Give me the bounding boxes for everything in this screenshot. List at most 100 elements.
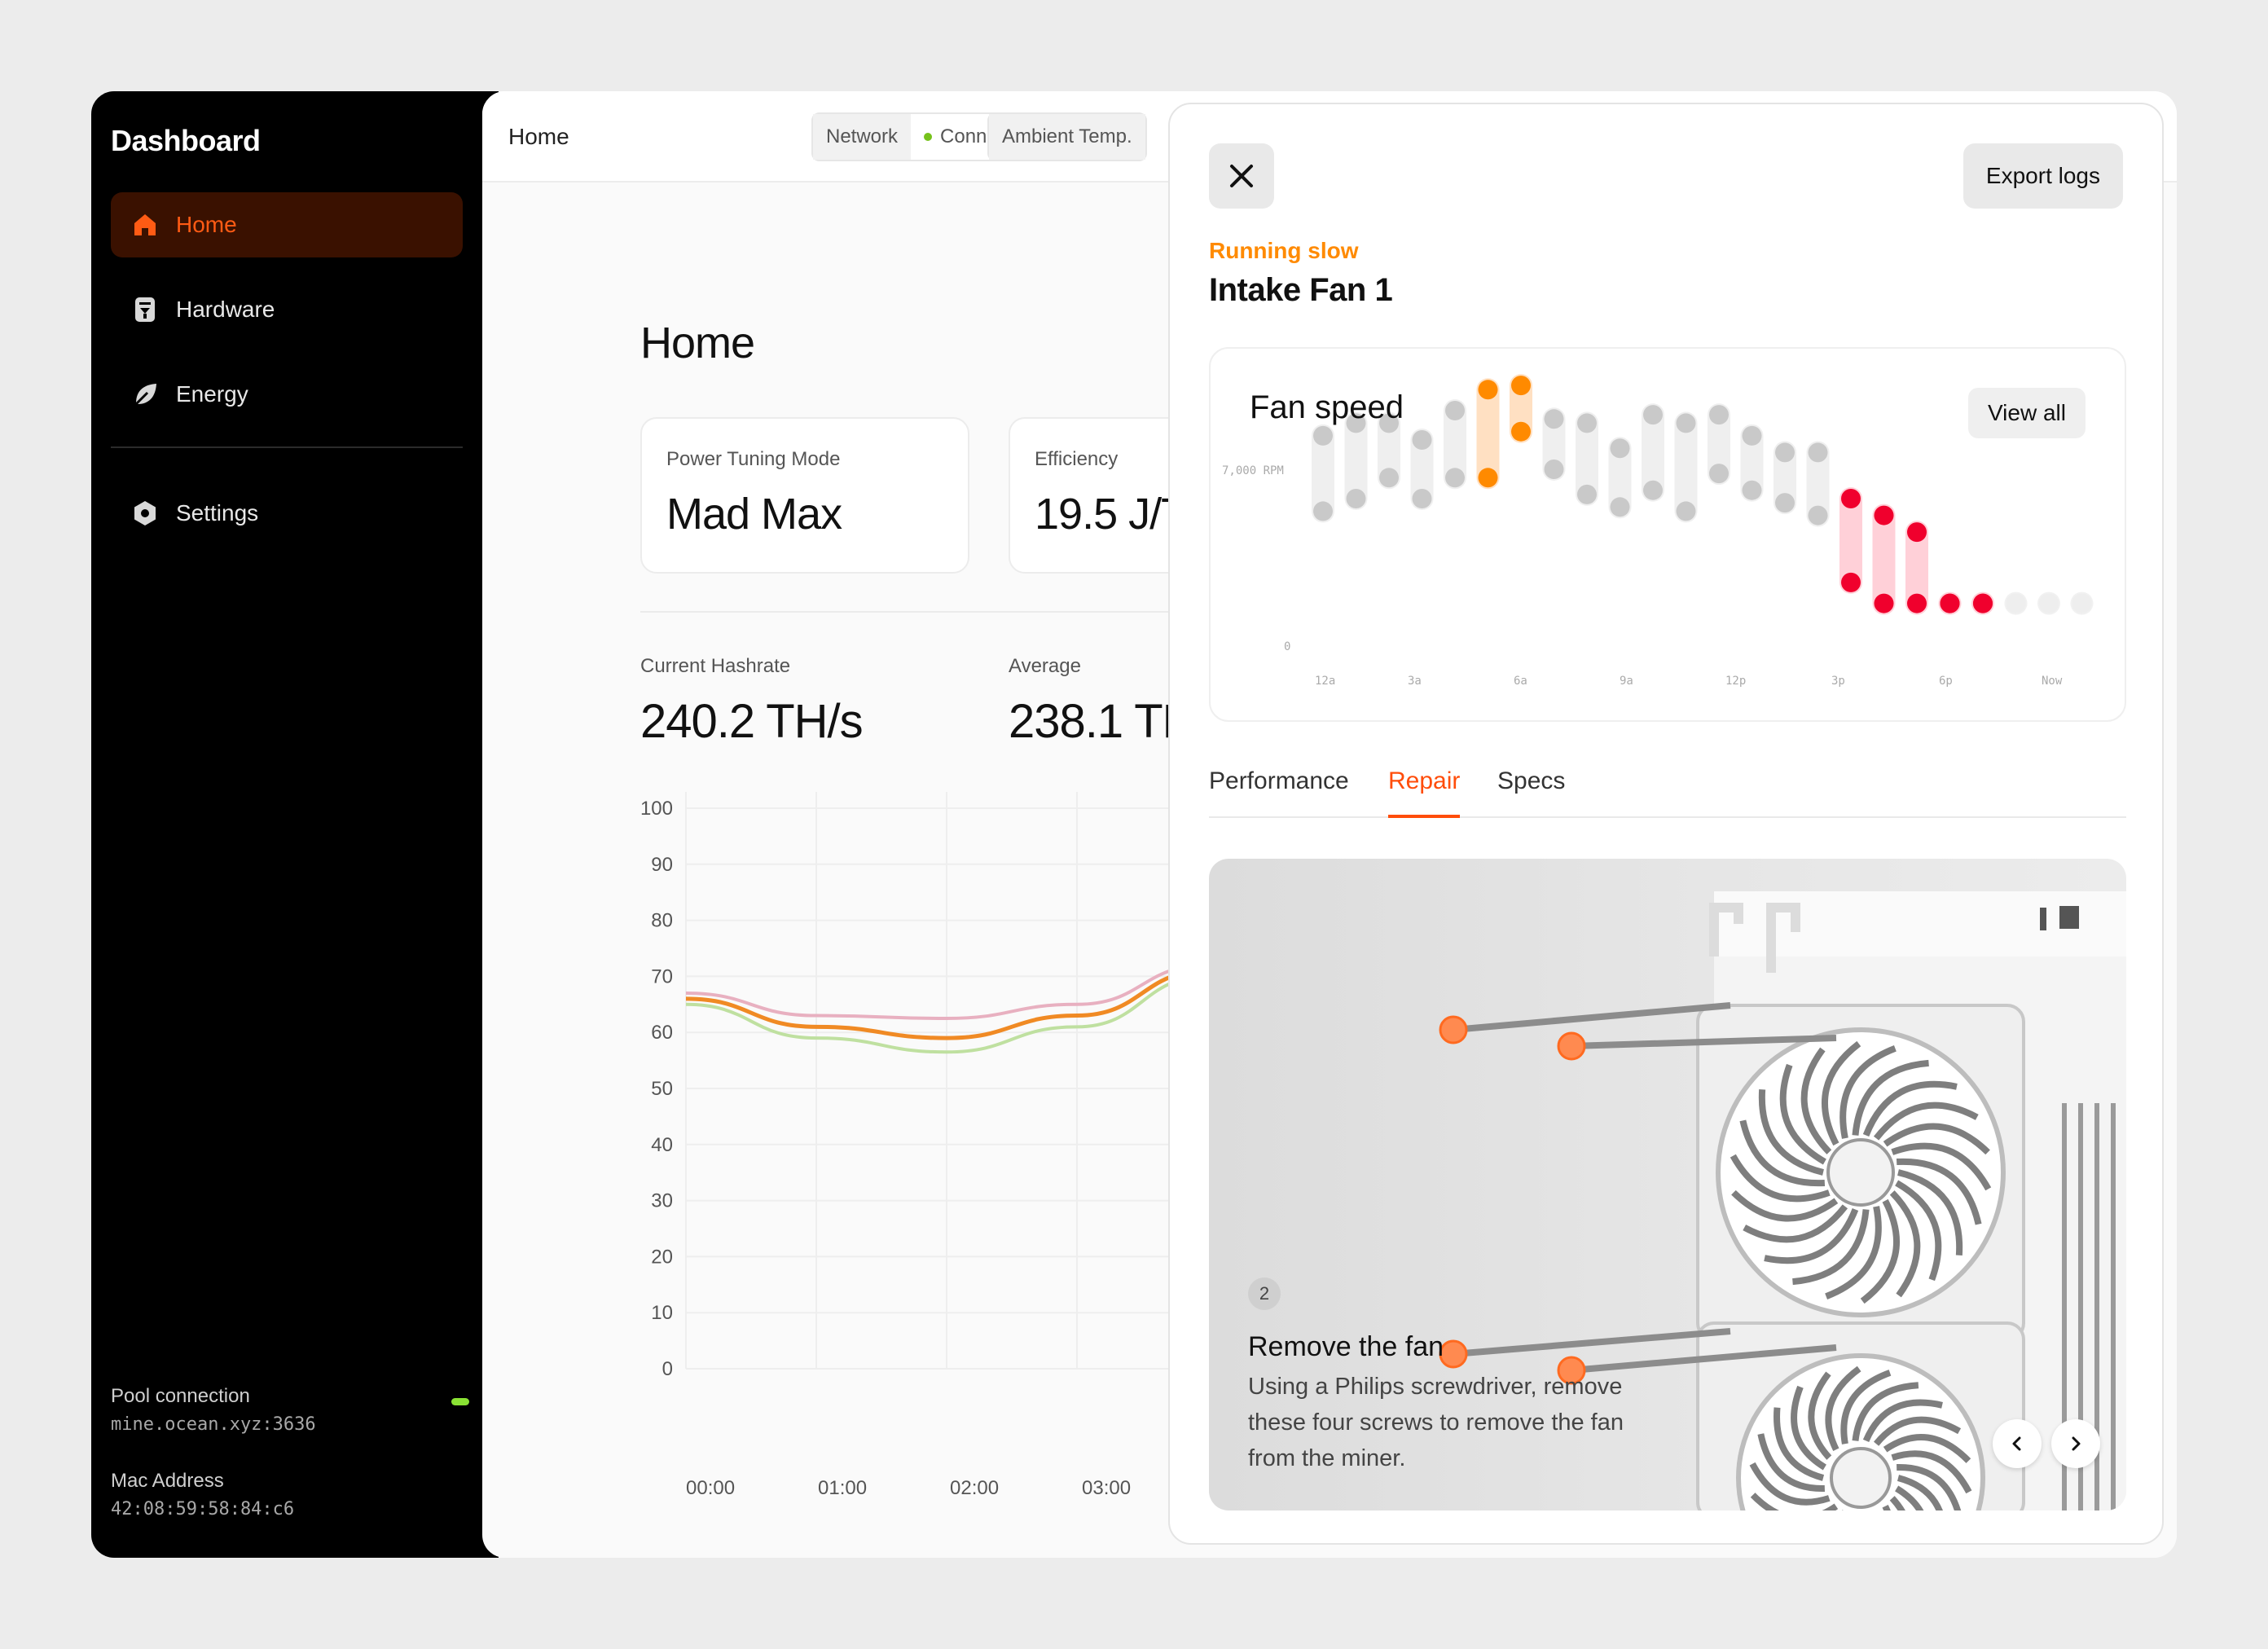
previous-step-button[interactable] — [1993, 1419, 2042, 1468]
tab-performance[interactable]: Performance — [1209, 767, 1349, 818]
y-axis-bottom-label: 0 — [1284, 640, 1290, 653]
y-axis-top-label: 7,000 RPM — [1222, 464, 1284, 477]
home-icon — [130, 210, 160, 240]
fan-speed-max-dot — [1742, 425, 1762, 446]
sidebar-item-label: Hardware — [176, 297, 275, 322]
y-tick-label: 70 — [651, 965, 673, 987]
y-tick-label: 90 — [651, 854, 673, 876]
gear-icon — [130, 499, 160, 528]
chevron-right-icon — [2072, 1436, 2081, 1451]
fan-speed-min-dot — [1676, 501, 1696, 521]
sidebar-title: Dashboard — [111, 124, 261, 157]
fan-speed-min-dot — [2006, 593, 2026, 613]
fan-title: Intake Fan 1 — [1209, 272, 1393, 308]
fan-speed-title: Fan speed — [1250, 389, 1404, 425]
fan-speed-max-dot — [1775, 442, 1795, 463]
pool-connection: Pool connection mine.ocean.xyz:3636 — [111, 1385, 469, 1435]
x-tick-label: 6p — [1939, 675, 1953, 688]
fan-speed-min-dot — [1973, 593, 1993, 613]
sidebar-divider — [111, 446, 463, 448]
sidebar-item-hardware[interactable]: Hardware — [111, 277, 463, 342]
y-tick-label: 0 — [662, 1358, 673, 1380]
fan-speed-min-dot — [1346, 489, 1366, 508]
x-tick-label: 6a — [1514, 675, 1527, 688]
export-logs-button[interactable]: Export logs — [1963, 143, 2123, 209]
fan-speed-min-dot — [1610, 497, 1630, 517]
fan-speed-max-dot — [1313, 425, 1333, 446]
network-label: Network — [813, 114, 912, 160]
fan-speed-max-dot — [1643, 405, 1663, 425]
next-step-button[interactable] — [2051, 1419, 2100, 1468]
fan-speed-min-dot — [2072, 593, 2092, 613]
mac-address-label: Mac Address — [111, 1470, 224, 1492]
x-tick-label: 02:00 — [950, 1477, 999, 1499]
fan-speed-max-dot — [1808, 442, 1828, 463]
fan-detail-panel: Export logs Running slow Intake Fan 1 7,… — [1168, 103, 2164, 1545]
fan-speed-min-dot — [1775, 493, 1795, 513]
fan-speed-min-dot — [1445, 468, 1465, 488]
y-tick-label: 30 — [651, 1190, 673, 1212]
connected-dot-icon — [924, 133, 933, 141]
y-tick-label: 50 — [651, 1078, 673, 1100]
fan-speed-min-dot — [1313, 501, 1333, 521]
page-title: Home — [640, 319, 755, 367]
sidebar-item-settings[interactable]: Settings — [111, 481, 463, 546]
power-tuning-card[interactable]: Power Tuning Mode Mad Max — [640, 417, 969, 574]
sidebar-item-energy[interactable]: Energy — [111, 362, 463, 427]
fan-speed-max-dot — [1412, 430, 1432, 450]
x-tick-label: 12a — [1315, 675, 1335, 688]
fan-speed-max-dot — [1577, 413, 1597, 433]
step-number-badge: 2 — [1248, 1277, 1281, 1310]
average-hashrate-label: Average — [1009, 655, 1081, 677]
x-tick-label: 3a — [1408, 675, 1422, 688]
y-tick-label: 100 — [640, 798, 673, 820]
fan-speed-min-dot — [1511, 421, 1531, 442]
step-description: Using a Philips screwdriver, remove thes… — [1248, 1374, 1624, 1471]
ambient-temp-pill[interactable]: Ambient Temp. — [987, 112, 1147, 161]
stat-label: Efficiency — [1035, 448, 1119, 470]
current-hashrate-value: 240.2 TH/s — [640, 695, 864, 748]
fan-speed-min-dot — [1742, 480, 1762, 500]
close-icon — [1230, 165, 1253, 187]
y-tick-label: 40 — [651, 1134, 673, 1156]
x-tick-label: 03:00 — [1082, 1477, 1131, 1499]
sidebar-item-label: Home — [176, 212, 237, 237]
fan-speed-min-dot — [1379, 468, 1399, 488]
pool-connection-label: Pool connection — [111, 1385, 250, 1407]
fan-speed-min-dot — [1544, 460, 1564, 479]
fan-speed-max-dot — [1544, 409, 1564, 429]
close-button[interactable] — [1209, 143, 1274, 209]
fan-speed-min-dot — [1478, 468, 1498, 488]
leaf-icon — [130, 380, 160, 409]
fan-speed-min-dot — [1808, 505, 1828, 525]
panel-tabs: Performance Repair Specs — [1209, 767, 2126, 818]
fan-speed-max-dot — [1709, 405, 1729, 425]
fan-speed-max-dot — [1676, 413, 1696, 433]
chevron-left-icon — [2012, 1436, 2021, 1451]
breadcrumb: Home — [508, 124, 569, 149]
pool-connection-value: mine.ocean.xyz:3636 — [111, 1414, 316, 1435]
fan-speed-min-dot — [1940, 593, 1960, 613]
y-tick-label: 20 — [651, 1246, 673, 1268]
tab-specs[interactable]: Specs — [1497, 767, 1565, 818]
fan-speed-max-dot — [1874, 505, 1894, 525]
app-window: Dashboard Home Hardware Energy Settings … — [91, 91, 2177, 1558]
fan-speed-max-dot — [1907, 522, 1927, 543]
tab-repair[interactable]: Repair — [1388, 767, 1461, 818]
y-tick-label: 10 — [651, 1302, 673, 1324]
view-all-button[interactable]: View all — [1968, 388, 2086, 438]
sidebar-item-home[interactable]: Home — [111, 192, 463, 257]
step-title: Remove the fan — [1248, 1331, 1444, 1362]
stat-value: Mad Max — [666, 490, 842, 539]
fan-speed-max-dot — [1841, 489, 1861, 508]
y-tick-label: 60 — [651, 1022, 673, 1044]
ambient-temp-label: Ambient Temp. — [989, 114, 1145, 160]
x-tick-label: 12p — [1725, 675, 1746, 688]
mac-address: Mac Address 42:08:59:58:84:c6 — [111, 1470, 294, 1519]
fan-speed-card: 7,000 RPM 0 12a 3a 6a 9a 12p 3p 6p Now Fan speed … — [1209, 347, 2126, 722]
fan-speed-min-dot — [2039, 593, 2059, 613]
fan-speed-min-dot — [1874, 593, 1894, 613]
x-tick-label: 3p — [1831, 675, 1845, 688]
fan-speed-min-dot — [1841, 572, 1861, 592]
fan-speed-max-dot — [1511, 376, 1531, 396]
